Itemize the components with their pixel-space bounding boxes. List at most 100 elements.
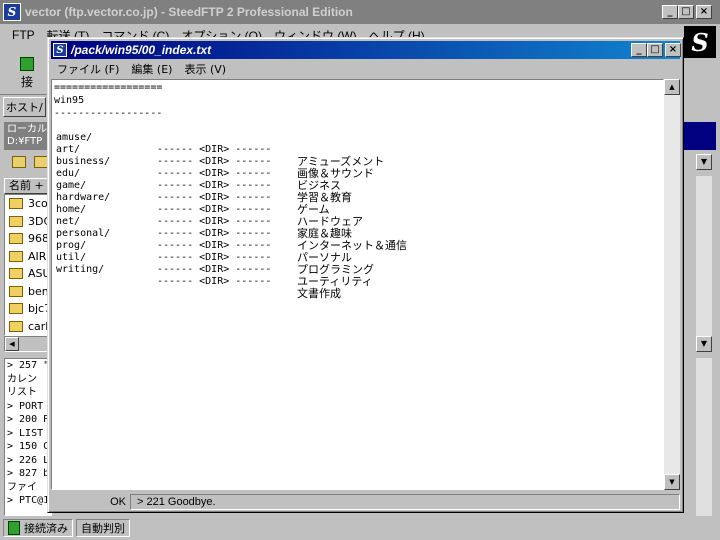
viewer-app-icon[interactable]: S [53, 43, 67, 57]
list-item[interactable]: 3DC [5, 213, 51, 231]
folder-icon [9, 233, 23, 245]
close-button[interactable]: × [696, 5, 712, 19]
log-scroll-track[interactable] [696, 358, 712, 516]
directory-row: edu/ ------ <DIR> ------ 学習＆教育 [54, 156, 614, 204]
menu-ftp[interactable]: FTP [6, 26, 41, 44]
list-item[interactable]: benc [5, 283, 51, 301]
dir-marker: ------ <DIR> ------ [157, 264, 272, 275]
log-line: > 150 C [7, 441, 50, 452]
directory-row: home/ ------ <DIR> ------ 家庭＆趣味 [54, 192, 614, 240]
log-line: > PORT [7, 400, 44, 412]
dropdown-arrow-icon[interactable]: ▼ [696, 154, 712, 170]
remote-scroll-track[interactable] [696, 176, 712, 336]
connect-label: 接 [20, 74, 33, 89]
header-rule-bottom: ------------------ [54, 108, 163, 119]
text-vertical-scrollbar[interactable]: ▲ ▼ [664, 79, 680, 490]
directory-row: net/ ------ <DIR> ------ インターネット＆通信 [54, 204, 614, 252]
log-line: > LIST [7, 427, 44, 439]
status-encoding: 自動判別 [76, 519, 130, 537]
folder-icon [9, 198, 23, 210]
list-item[interactable]: 968 [5, 230, 51, 248]
dir-marker: ------ <DIR> ------ [157, 276, 272, 287]
host-label: ホスト/ [3, 97, 46, 117]
text-content-area[interactable]: ================== win95 ---------------… [51, 79, 664, 490]
log-line: リスト [7, 387, 37, 398]
directory-row: writing/ ------ <DIR> ------ 文書作成 [54, 252, 614, 300]
host-strip: ホスト/ [0, 94, 52, 117]
status-message: > 221 Goodbye. [130, 493, 680, 510]
child-status-bar: OK > 221 Goodbye. [51, 493, 680, 510]
text-viewer-window: S /pack/win95/00_index.txt _ □ × ファイル (F… [47, 37, 684, 513]
child-titlebar[interactable]: S /pack/win95/00_index.txt _ □ × [51, 41, 681, 59]
local-label: ローカル [7, 124, 47, 135]
status-ok: OK [110, 495, 126, 508]
list-item[interactable]: carl [5, 318, 51, 336]
directory-row: business/ ------ <DIR> ------ ビジネス [54, 144, 614, 192]
main-window-title: vector (ftp.vector.co.jp) - SteedFTP 2 P… [25, 5, 353, 19]
local-horizontal-scrollbar[interactable]: ◀ [4, 336, 52, 352]
scroll-left-arrow-icon[interactable]: ◀ [5, 337, 19, 351]
local-toolbar [4, 150, 52, 176]
main-status-bar: 接続済み 自動判別 [0, 516, 720, 540]
maximize-button[interactable]: □ [678, 5, 694, 19]
directory-row: art/ ------ <DIR> ------ 画像＆サウンド [54, 132, 614, 180]
child-close-button[interactable]: × [665, 43, 681, 57]
directory-row: util/ ------ <DIR> ------ ユーティリティ [54, 240, 614, 288]
status-connected-text: 接続済み [24, 522, 68, 535]
log-line: カレン [7, 373, 37, 385]
child-minimize-button[interactable]: _ [631, 43, 647, 57]
command-log: > 257 " カレン リスト > PORT > 200 P > LIST > … [4, 358, 52, 516]
list-item[interactable]: ASU [5, 265, 51, 283]
menu-view[interactable]: 表示 (V) [178, 61, 232, 77]
connection-status-icon [8, 521, 20, 535]
list-item[interactable]: bjc7 [5, 300, 51, 318]
log-line: > 257 " [7, 360, 50, 371]
dir-description: 文書作成 [297, 287, 341, 300]
directory-row: hardware/ ------ <DIR> ------ ハードウェア [54, 180, 614, 228]
connect-icon [20, 56, 34, 71]
menu-edit[interactable]: 編集 (E) [125, 61, 178, 77]
remote-pane-header [684, 122, 716, 150]
steedftp-logo: S [684, 26, 716, 58]
child-window-controls: _ □ × [631, 43, 681, 57]
folder-icon [9, 285, 23, 297]
header-rule-top: ================== [54, 82, 163, 93]
list-item[interactable]: 3com [5, 195, 51, 213]
main-window-controls: _ □ × [662, 5, 712, 19]
minimize-button[interactable]: _ [662, 5, 678, 19]
child-menubar: ファイル (F) 編集 (E) 表示 (V) [51, 59, 680, 78]
folder-icon [9, 268, 23, 280]
directory-row: amuse/ ------ <DIR> ------ アミューズメント [54, 120, 614, 168]
name-column-header[interactable]: 名前 + [4, 178, 52, 194]
log-line: > PTC@1 [7, 495, 50, 506]
scroll-up-arrow-icon[interactable]: ▲ [664, 79, 680, 95]
folder-icon [9, 250, 23, 262]
scroll-down-arrow-icon[interactable]: ▼ [664, 474, 680, 490]
new-folder-icon[interactable] [34, 156, 48, 168]
list-item[interactable]: AIR [5, 248, 51, 266]
section-title: win95 [54, 95, 85, 106]
app-icon[interactable]: S [3, 3, 21, 21]
directory-row: prog/ ------ <DIR> ------ プログラミング [54, 228, 614, 276]
file-name: AIR [28, 249, 47, 263]
dir-name: writing/ [56, 264, 105, 275]
log-line: > 226 L [7, 454, 50, 466]
scroll-down-arrow-icon[interactable]: ▼ [696, 336, 712, 352]
local-pane-header: ローカル D:¥FTP [4, 122, 52, 150]
log-line: ファイ [7, 481, 37, 493]
folder-up-icon[interactable] [12, 156, 26, 168]
child-window-title: /pack/win95/00_index.txt [71, 43, 212, 57]
child-maximize-button[interactable]: □ [647, 43, 663, 57]
menu-file[interactable]: ファイル (F) [51, 61, 125, 77]
file-name: 968 [28, 232, 49, 246]
folder-icon [9, 320, 23, 332]
connect-button[interactable]: 接 [6, 54, 48, 92]
local-path: D:¥FTP [7, 136, 43, 147]
status-encoding-text: 自動判別 [81, 522, 125, 535]
log-line: > 827 b [7, 468, 50, 479]
main-toolbar: 接 [0, 46, 52, 94]
folder-icon [9, 215, 23, 227]
folder-icon [9, 303, 23, 315]
main-titlebar[interactable]: S vector (ftp.vector.co.jp) - SteedFTP 2… [0, 0, 720, 24]
local-file-list: 3com 3DC 968 AIR ASU benc bjc7 carl [4, 194, 52, 336]
